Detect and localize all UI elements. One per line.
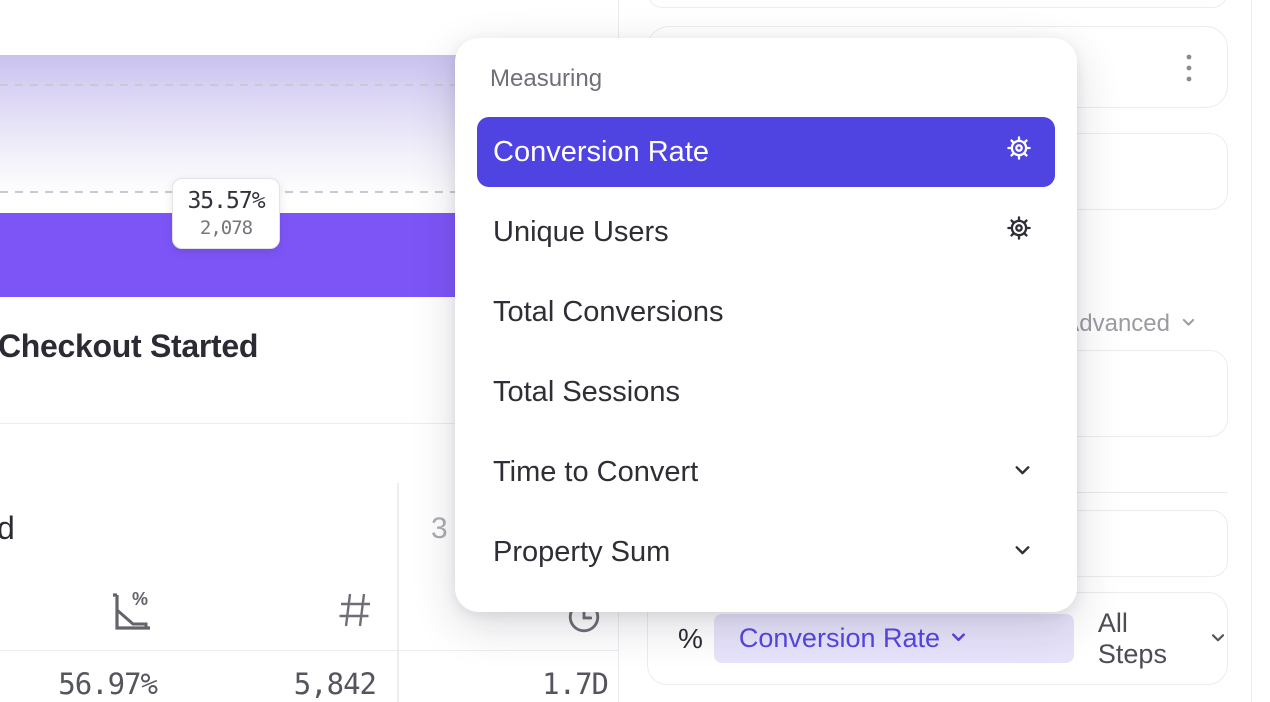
menu-item-label: Total Conversions	[493, 296, 724, 329]
truncated-row-label: d	[0, 510, 15, 547]
gear-icon[interactable]	[1005, 214, 1033, 250]
menu-item-label: Time to Convert	[493, 456, 698, 489]
stat-time-value: 1.7D	[440, 667, 608, 701]
gear-icon[interactable]	[1005, 134, 1033, 170]
chevron-down-icon	[1012, 536, 1033, 569]
menu-item-unique-users[interactable]: Unique Users	[477, 197, 1055, 267]
metric-selector-chip[interactable]: Conversion Rate	[714, 614, 1074, 663]
steps-selector-label: All Steps	[1098, 608, 1201, 670]
stat-count-value: 5,842	[210, 667, 376, 701]
hash-icon	[336, 590, 374, 635]
inspector-card-partial	[647, 0, 1228, 8]
advanced-toggle[interactable]: Advanced	[1063, 310, 1197, 338]
kebab-menu-icon[interactable]	[1184, 53, 1194, 92]
chevron-down-icon	[949, 623, 968, 654]
tooltip-count: 2,078	[200, 217, 252, 239]
truncated-column-label: 3	[431, 512, 448, 546]
menu-item-total-sessions[interactable]: Total Sessions	[477, 357, 1055, 427]
svg-text:%: %	[132, 589, 148, 609]
table-column-divider	[397, 483, 399, 702]
panel-edge-divider	[1251, 0, 1252, 702]
menu-item-label: Conversion Rate	[493, 136, 709, 169]
metric-selector-label: Conversion Rate	[739, 623, 940, 654]
funnel-step-title: Checkout Started	[0, 328, 258, 365]
chevron-down-icon	[1180, 310, 1197, 338]
menu-item-label: Unique Users	[493, 216, 669, 249]
tooltip-conversion-rate: 35.57%	[187, 188, 264, 214]
menu-item-property-sum[interactable]: Property Sum	[477, 517, 1055, 587]
percent-symbol: %	[678, 623, 703, 655]
chevron-down-icon	[1012, 456, 1033, 489]
stat-conversion-rate-value: 56.97%	[0, 667, 157, 701]
divider	[0, 650, 619, 651]
menu-item-conversion-rate[interactable]: Conversion Rate	[477, 117, 1055, 187]
menu-item-total-conversions[interactable]: Total Conversions	[477, 277, 1055, 347]
advanced-label: Advanced	[1063, 310, 1170, 338]
steps-selector[interactable]: All Steps	[1098, 608, 1227, 670]
measuring-dropdown-menu: Measuring Conversion Rate Unique Users T…	[455, 38, 1077, 612]
chevron-down-icon	[1209, 623, 1227, 654]
menu-item-time-to-convert[interactable]: Time to Convert	[477, 437, 1055, 507]
funnel-bar-tooltip: 35.57% 2,078	[172, 178, 280, 249]
menu-item-label: Property Sum	[493, 536, 670, 569]
dropdown-section-label: Measuring	[490, 65, 602, 93]
conversion-rate-chart-icon: %	[104, 586, 154, 641]
menu-item-label: Total Sessions	[493, 376, 680, 409]
